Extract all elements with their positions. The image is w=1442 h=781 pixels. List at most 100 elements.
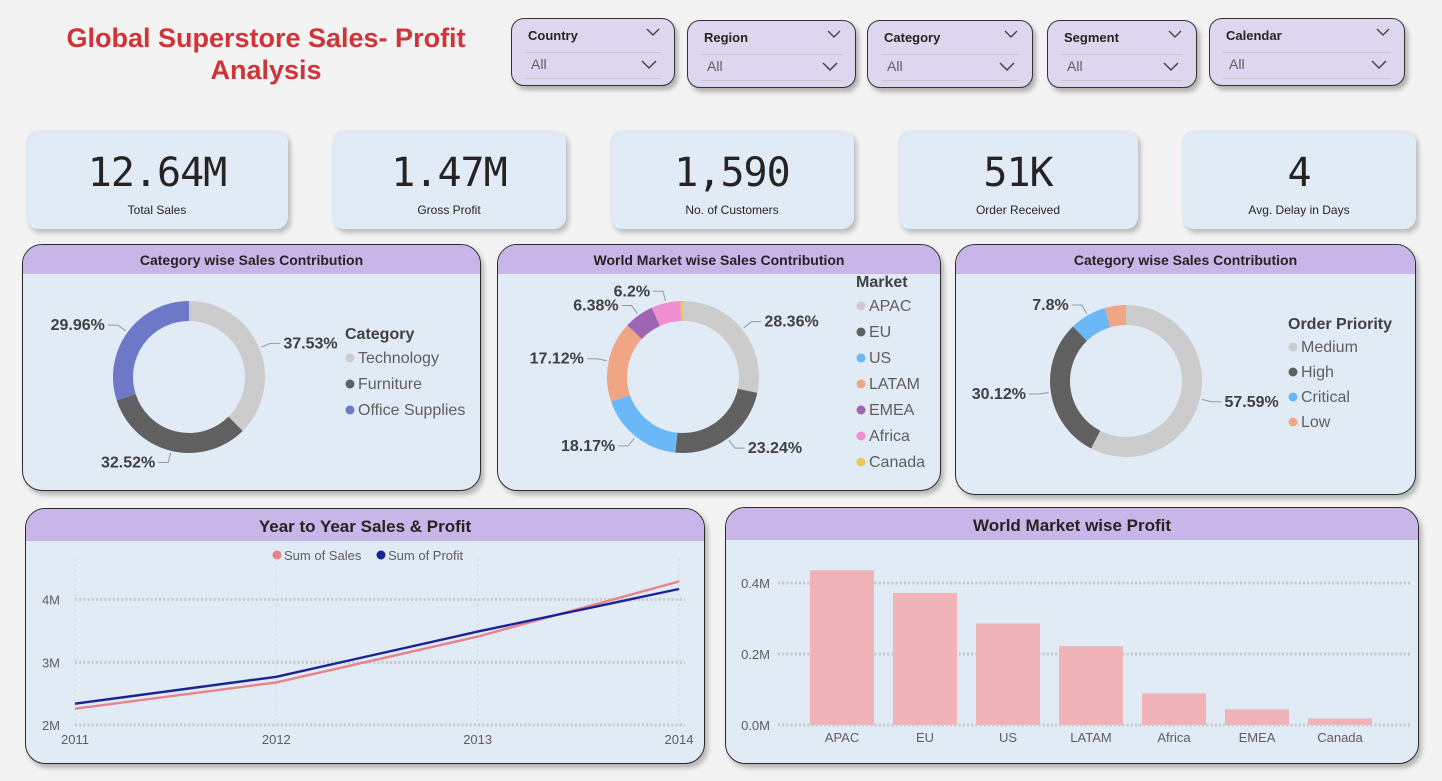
bar-latam <box>1059 646 1123 725</box>
page-title: Global Superstore Sales- Profit Analysis <box>66 23 466 85</box>
donut-slice-technology <box>188 301 265 431</box>
chevron-down-icon[interactable] <box>1376 27 1390 37</box>
chevron-down-icon <box>1371 60 1387 70</box>
legend-title: Category <box>345 326 414 343</box>
data-label: 17.12% <box>530 351 584 368</box>
data-label: 18.17% <box>561 438 615 455</box>
donut-slice-latam <box>607 325 643 402</box>
y-tick-label: 0.2M <box>741 647 770 662</box>
slicer-label: Country <box>528 28 578 43</box>
donut-slice-emea <box>627 307 661 340</box>
y-tick-label: 0.4M <box>741 576 770 591</box>
region-dropdown[interactable]: All <box>701 54 842 81</box>
legend-item: Africa <box>869 428 910 445</box>
sales-profit-line-chart: Sum of Sales Sum of Profit 2M 3M 4M 2011 2012 2… <box>42 548 694 747</box>
x-tick-label: Canada <box>1317 730 1363 745</box>
slicer-value: All <box>531 56 547 72</box>
x-tick-label: US <box>999 730 1017 745</box>
data-label: 6.38% <box>573 298 618 315</box>
chevron-down-icon[interactable] <box>1004 29 1018 39</box>
kpi-label: Order Received <box>975 203 1061 217</box>
slicer-value: All <box>1067 58 1083 74</box>
donut-slice-office-supplies <box>113 301 190 401</box>
chevron-down-icon <box>641 60 657 70</box>
x-tick-label: 2013 <box>463 732 492 747</box>
x-tick-label: APAC <box>825 730 859 745</box>
kpi-label: Gross Profit <box>417 203 481 217</box>
category-donut-card: Category wise Sales Contribution 37.53% 3… <box>22 244 481 491</box>
kpi-label: Avg. Delay in Days <box>1248 203 1350 217</box>
kpi-value: 1.47M <box>391 150 507 196</box>
sales-profit-line-card: Year to Year Sales & Profit Sum of Sales… <box>25 508 705 764</box>
legend-item: US <box>869 350 891 367</box>
x-tick-label: EMEA <box>1239 730 1276 745</box>
y-tick-label: 4M <box>42 593 60 608</box>
y-tick-label: 2M <box>42 718 60 733</box>
kpi-value: 12.64M <box>87 150 228 196</box>
bar-africa <box>1142 693 1206 725</box>
legend-item: EMEA <box>869 402 915 419</box>
legend-marker <box>856 353 866 363</box>
legend-item: Sum of Profit <box>388 548 464 563</box>
legend-marker <box>856 301 866 311</box>
orders-card: 51K Order Received <box>898 130 1138 229</box>
legend-marker <box>376 550 386 560</box>
leader-line <box>1071 304 1088 314</box>
leader-line <box>653 290 666 302</box>
legend-item: Sum of Sales <box>284 548 362 563</box>
market-donut-chart: 28.36% 23.24% 18.17% 17.12% 6.38%6.2% Market A… <box>530 274 925 471</box>
legend-marker <box>856 379 866 389</box>
legend-marker <box>856 327 866 337</box>
slicer-value: All <box>1229 56 1245 72</box>
data-label: 28.36% <box>764 314 818 331</box>
segment-slicer[interactable]: Segment All <box>1047 20 1197 88</box>
y-tick-label: 0.0M <box>741 718 770 733</box>
donut-slice-us <box>611 394 678 453</box>
category-dropdown[interactable]: All <box>881 54 1019 81</box>
calendar-slicer[interactable]: Calendar All <box>1209 18 1405 86</box>
x-tick-label: EU <box>916 730 934 745</box>
data-label: 30.12% <box>972 386 1026 403</box>
bar-apac <box>810 570 874 725</box>
x-tick-label: 2011 <box>61 732 89 747</box>
region-slicer[interactable]: Region All <box>687 20 856 88</box>
donut-slice-apac <box>682 301 759 393</box>
slicer-label: Segment <box>1064 30 1119 45</box>
segment-dropdown[interactable]: All <box>1061 54 1183 81</box>
chevron-down-icon[interactable] <box>646 27 660 37</box>
bar-eu <box>893 592 957 725</box>
leader-line <box>107 324 127 332</box>
data-label: 29.96% <box>51 317 105 334</box>
legend-item: LATAM <box>869 376 920 393</box>
kpi-value: 1,590 <box>674 150 790 196</box>
chevron-down-icon[interactable] <box>827 29 841 39</box>
priority-donut-card: Category wise Sales Contribution 57.59% 3… <box>955 244 1416 495</box>
legend-marker <box>1288 392 1298 402</box>
donut-slice-critical <box>1072 308 1111 342</box>
country-dropdown[interactable]: All <box>525 52 661 79</box>
bar-us <box>976 623 1040 725</box>
customers-card: 1,590 No. of Customers <box>610 130 854 229</box>
donut-slice-high <box>1050 326 1101 449</box>
legend-marker <box>272 550 282 560</box>
category-slicer[interactable]: Category All <box>867 20 1033 88</box>
legend-title: Market <box>856 274 908 291</box>
donut-slice-furniture <box>116 393 243 453</box>
kpi-value: 4 <box>1287 150 1311 196</box>
market-profit-bar-chart: 0.0M 0.2M 0.4M APAC EU US LATAM Africa EMEA Canad… <box>741 570 1412 745</box>
market-profit-bar-card: World Market wise Profit 0.0M 0.2M 0.4M APA… <box>725 507 1419 764</box>
data-label: 23.24% <box>748 440 802 457</box>
leader-line <box>260 342 281 348</box>
slicer-value: All <box>887 58 903 74</box>
chevron-down-icon <box>822 62 838 72</box>
legend-marker <box>1288 342 1298 352</box>
data-label: 6.2% <box>614 283 650 300</box>
kpi-label: No. of Customers <box>685 203 779 217</box>
legend-marker <box>1288 417 1298 427</box>
leader-line <box>743 321 762 329</box>
donut-slice-africa <box>651 301 682 327</box>
country-slicer[interactable]: Country All <box>511 18 675 86</box>
calendar-dropdown[interactable]: All <box>1223 52 1391 79</box>
chevron-down-icon[interactable] <box>1168 29 1182 39</box>
x-tick-label: Africa <box>1157 730 1191 745</box>
